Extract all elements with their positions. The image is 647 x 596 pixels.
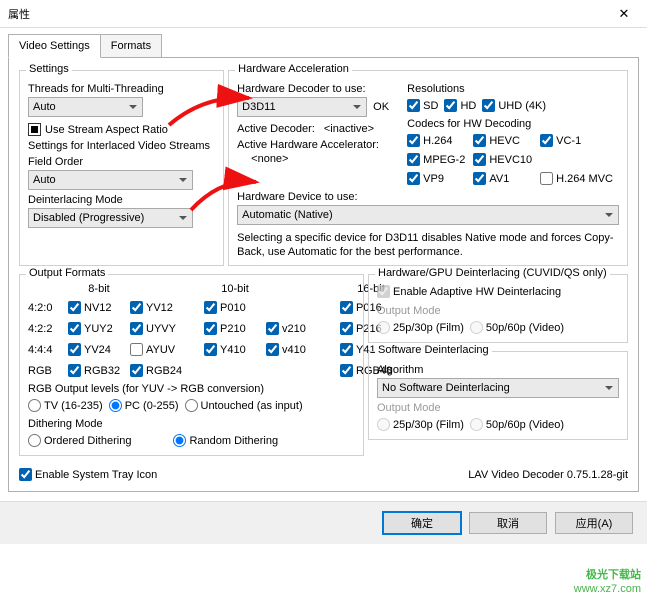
interlaced-label: Settings for Interlaced Video Streams <box>28 140 215 152</box>
cb-v410[interactable]: v410 <box>266 343 322 356</box>
window-title: 属性 <box>8 6 609 22</box>
sw-output-mode-label: Output Mode <box>377 402 619 414</box>
hdr-10bit: 10-bit <box>204 283 266 295</box>
row-422: 4:2:2 <box>28 323 68 335</box>
cb-rgb32[interactable]: RGB32 <box>68 364 124 377</box>
rb-unt[interactable]: Untouched (as input) <box>185 399 303 412</box>
cb-adaptive-deint: Enable Adaptive HW Deinterlacing <box>377 285 561 298</box>
gpu-output-mode-label: Output Mode <box>377 305 619 317</box>
deint-mode-dropdown[interactable]: Disabled (Progressive) <box>28 208 193 228</box>
deint-mode-label: Deinterlacing Mode <box>28 194 215 206</box>
field-order-dropdown[interactable]: Auto <box>28 170 193 190</box>
sw-algo-label: Algorithm <box>377 364 619 376</box>
cb-rgb24[interactable]: RGB24 <box>130 364 186 377</box>
cb-h264mvc[interactable]: H.264 MVC <box>540 172 613 185</box>
cb-nv12[interactable]: NV12 <box>68 301 124 314</box>
rb-ordered[interactable]: Ordered Dithering <box>28 434 131 447</box>
hw-note: Selecting a specific device for D3D11 di… <box>237 231 619 259</box>
sw-deint-legend: Software Deinterlacing <box>375 344 492 356</box>
rb-gpu-video: 50p/60p (Video) <box>470 321 564 334</box>
ok-button[interactable]: 确定 <box>383 512 461 534</box>
field-order-label: Field Order <box>28 156 215 168</box>
active-decoder-value: <inactive> <box>324 123 374 135</box>
active-accel-value: <none> <box>251 153 407 165</box>
out-legend: Output Formats <box>26 267 108 279</box>
hw-decoder-label: Hardware Decoder to use: <box>237 83 407 95</box>
cb-vc1[interactable]: VC-1 <box>540 134 613 147</box>
cb-yv12[interactable]: YV12 <box>130 301 186 314</box>
rb-gpu-film: 25p/30p (Film) <box>377 321 464 334</box>
gpu-deint-legend: Hardware/GPU Deinterlacing (CUVID/QS onl… <box>375 267 610 279</box>
cb-av1[interactable]: AV1 <box>473 172 532 185</box>
tab-video-settings[interactable]: Video Settings <box>8 34 101 58</box>
rb-tv[interactable]: TV (16-235) <box>28 399 103 412</box>
cb-y410[interactable]: Y410 <box>204 343 260 356</box>
window-close-button[interactable]: ✕ <box>609 6 639 22</box>
cb-yuy2[interactable]: YUY2 <box>68 322 124 335</box>
hw-device-dropdown[interactable]: Automatic (Native) <box>237 205 619 225</box>
use-stream-aspect-tristate[interactable] <box>28 123 41 136</box>
res-legend: Resolutions <box>407 83 619 95</box>
cb-hd[interactable]: HD <box>444 99 476 112</box>
sw-algo-dropdown[interactable]: No Software Deinterlacing <box>377 378 619 398</box>
dither-label: Dithering Mode <box>28 418 355 430</box>
version-text: LAV Video Decoder 0.75.1.28-git <box>468 469 628 481</box>
cb-uyvy[interactable]: UYVY <box>130 322 186 335</box>
active-decoder-label: Active Decoder: <box>237 123 315 135</box>
codecs-legend: Codecs for HW Decoding <box>407 118 619 130</box>
settings-legend: Settings <box>26 63 72 75</box>
rb-pc[interactable]: PC (0-255) <box>109 399 179 412</box>
cb-v210[interactable]: v210 <box>266 322 322 335</box>
cb-ayuv[interactable]: AYUV <box>130 343 186 356</box>
cb-sd[interactable]: SD <box>407 99 438 112</box>
cancel-button[interactable]: 取消 <box>469 512 547 534</box>
hw-legend: Hardware Acceleration <box>235 63 352 75</box>
cb-p010[interactable]: P010 <box>204 301 260 314</box>
rb-sw-film: 25p/30p (Film) <box>377 418 464 431</box>
threads-dropdown[interactable]: Auto <box>28 97 143 117</box>
use-stream-aspect-label: Use Stream Aspect Ratio <box>45 124 168 136</box>
rb-sw-video: 50p/60p (Video) <box>470 418 564 431</box>
cb-hevc[interactable]: HEVC <box>473 134 532 147</box>
cb-vp9[interactable]: VP9 <box>407 172 465 185</box>
row-420: 4:2:0 <box>28 302 68 314</box>
cb-mpeg2[interactable]: MPEG-2 <box>407 153 465 166</box>
row-rgb: RGB <box>28 365 68 377</box>
cb-p210[interactable]: P210 <box>204 322 260 335</box>
cb-hevc10[interactable]: HEVC10 <box>473 153 532 166</box>
hw-decoder-status: OK <box>373 101 389 113</box>
cb-tray-icon[interactable]: Enable System Tray Icon <box>19 468 157 481</box>
tab-formats[interactable]: Formats <box>100 34 162 58</box>
hw-decoder-dropdown[interactable]: D3D11 <box>237 97 367 117</box>
cb-uhd[interactable]: UHD (4K) <box>482 99 546 112</box>
rb-random[interactable]: Random Dithering <box>173 434 278 447</box>
cb-h264[interactable]: H.264 <box>407 134 465 147</box>
watermark: 极光下载站 www.xz7.com <box>574 568 641 596</box>
hdr-8bit: 8-bit <box>68 283 130 295</box>
active-accel-label: Active Hardware Accelerator: <box>237 139 407 151</box>
threads-label: Threads for Multi-Threading <box>28 83 215 95</box>
hw-device-label: Hardware Device to use: <box>237 191 619 203</box>
cb-yv24[interactable]: YV24 <box>68 343 124 356</box>
apply-button[interactable]: 应用(A) <box>555 512 633 534</box>
row-444: 4:4:4 <box>28 344 68 356</box>
rgb-levels-label: RGB Output levels (for YUV -> RGB conver… <box>28 383 355 395</box>
